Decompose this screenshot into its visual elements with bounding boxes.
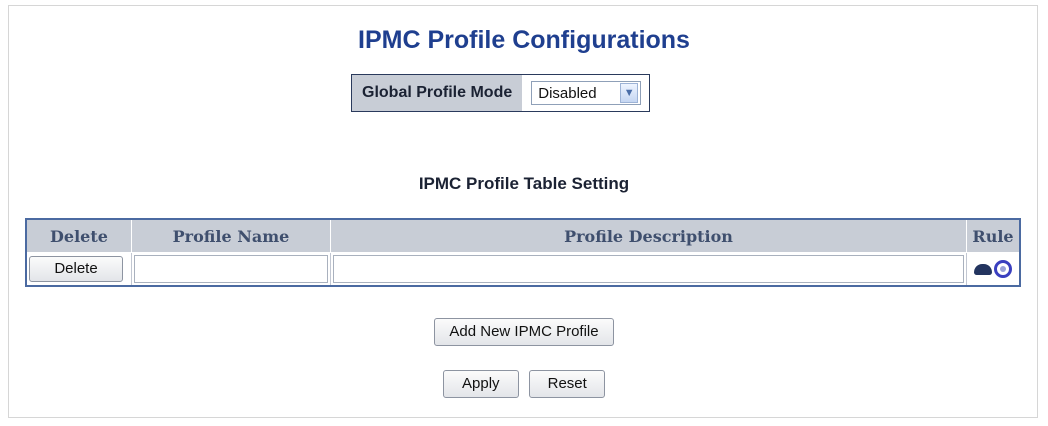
edit-rule-icon[interactable] <box>974 263 992 275</box>
global-profile-mode-box: Global Profile Mode Disabled ▼ <box>351 74 651 112</box>
add-row: Add New IPMC Profile <box>9 318 1039 346</box>
profile-name-cell <box>131 252 331 287</box>
main-panel: IPMC Profile Configurations Global Profi… <box>8 5 1038 418</box>
action-row: Apply Reset <box>9 370 1039 398</box>
profile-table: Delete Profile Name Profile Description … <box>25 218 1021 287</box>
page-title: IPMC Profile Configurations <box>358 26 690 54</box>
delete-button[interactable]: Delete <box>29 256 123 282</box>
delete-cell: Delete <box>25 252 132 287</box>
profile-table-title: IPMC Profile Table Setting <box>418 174 630 193</box>
global-profile-mode-value: Disabled <box>538 84 597 102</box>
header-profile-description: Profile Description <box>330 218 967 253</box>
view-rule-icon[interactable] <box>994 260 1012 278</box>
global-profile-mode-select[interactable]: Disabled ▼ <box>531 81 642 105</box>
header-profile-name: Profile Name <box>131 218 331 253</box>
rule-icons <box>969 260 1017 278</box>
add-new-ipmc-profile-button[interactable]: Add New IPMC Profile <box>434 318 614 346</box>
table-row: Delete <box>25 252 1021 287</box>
header-delete: Delete <box>25 218 132 253</box>
header-rule: Rule <box>966 218 1021 253</box>
reset-button[interactable]: Reset <box>529 370 606 398</box>
chevron-down-icon[interactable]: ▼ <box>620 83 639 103</box>
apply-button[interactable]: Apply <box>442 370 519 398</box>
profile-name-input[interactable] <box>134 255 328 283</box>
table-header-row: Delete Profile Name Profile Description … <box>25 218 1021 253</box>
global-profile-mode-cell: Disabled ▼ <box>523 75 650 111</box>
profile-description-cell <box>330 252 967 287</box>
global-profile-mode-label: Global Profile Mode <box>352 75 524 111</box>
profile-description-input[interactable] <box>333 255 964 283</box>
rule-cell <box>966 252 1021 287</box>
